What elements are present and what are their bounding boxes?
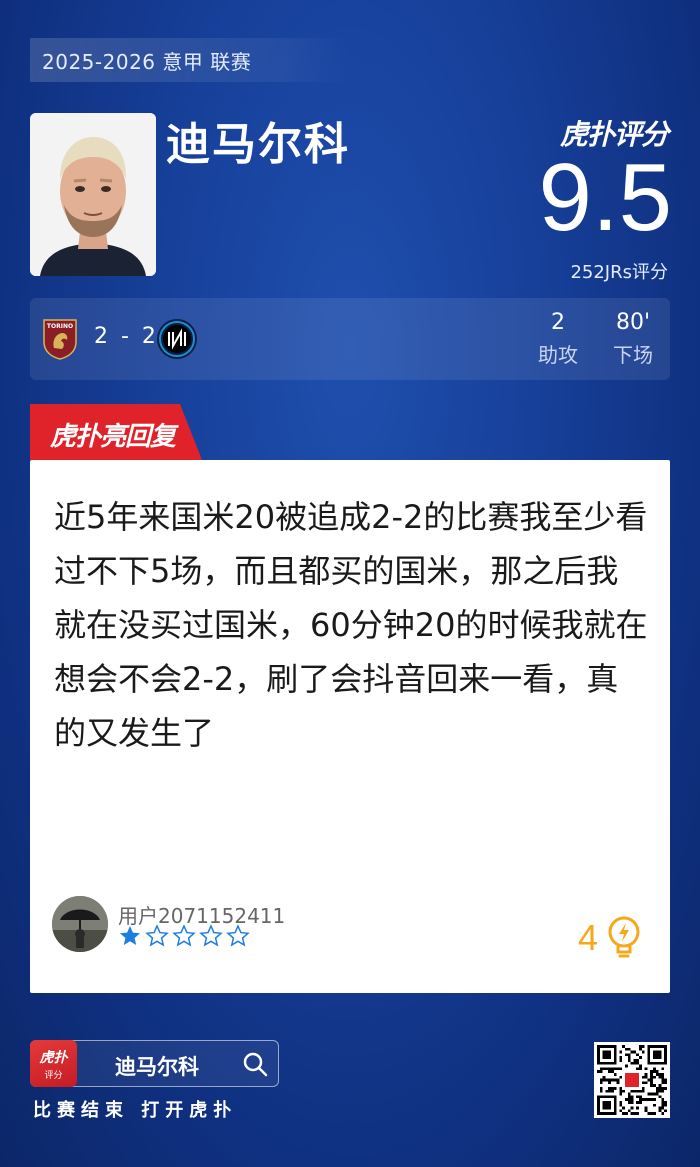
player-name: 迪马尔科 xyxy=(166,119,350,170)
hot-reply-tag: 虎扑亮回复 xyxy=(30,404,202,460)
star-empty-icon xyxy=(145,924,169,947)
user-rating-stars xyxy=(118,924,250,948)
star-empty-icon xyxy=(199,924,223,947)
league-label: 2025-2026 意甲 联赛 xyxy=(42,49,252,74)
svg-text:TORINO: TORINO xyxy=(47,323,73,330)
hot-reply-label: 虎扑亮回复 xyxy=(50,422,176,452)
stat-assists-label: 助攻 xyxy=(538,343,578,367)
inter-badge-icon xyxy=(157,319,197,359)
search-query[interactable]: 迪马尔科 xyxy=(115,1051,199,1081)
league-banner: 2025-2026 意甲 联赛 xyxy=(30,38,350,82)
qr-code[interactable] xyxy=(594,1042,670,1118)
stat-subbed: 80' 下场 xyxy=(598,310,668,368)
star-empty-icon xyxy=(226,924,250,947)
app-icon-sub: 评分 xyxy=(44,1070,63,1081)
like-group[interactable]: 4 xyxy=(578,916,642,960)
hupu-app-icon: 虎扑 评分 xyxy=(30,1040,77,1087)
match-score: 2 - 2 xyxy=(94,324,159,349)
star-filled-icon xyxy=(120,926,140,945)
search-icon[interactable] xyxy=(242,1051,268,1077)
torino-badge-icon: TORINO xyxy=(43,319,77,360)
lightbulb-icon[interactable] xyxy=(606,916,642,960)
match-bar: TORINO 2 - 2 2 助攻 80' 下场 xyxy=(30,298,670,380)
likes-count: 4 xyxy=(577,917,598,958)
footer-caption: 比赛结束 打开虎扑 xyxy=(33,1100,238,1121)
star-empty-icon xyxy=(172,924,196,947)
rating-value: 9.5 xyxy=(538,144,672,251)
reply-card: 近5年来国米20被追成2-2的比赛我至少看过不下5场，而且都买的国米，那之后我就… xyxy=(30,460,670,993)
stat-subbed-value: 80' xyxy=(615,310,651,335)
stat-subbed-label: 下场 xyxy=(613,343,653,367)
player-photo xyxy=(30,113,156,276)
reply-text: 近5年来国米20被追成2-2的比赛我至少看过不下5场，而且都买的国米，那之后我就… xyxy=(54,498,648,752)
rating-count: 252JRs评分 xyxy=(570,262,668,283)
stat-assists: 2 助攻 xyxy=(523,310,593,368)
avatar[interactable] xyxy=(52,896,108,952)
stat-assists-value: 2 xyxy=(551,310,565,335)
search-box[interactable]: 虎扑 评分 迪马尔科 xyxy=(30,1040,279,1087)
app-icon-title: 虎扑 xyxy=(39,1049,68,1066)
